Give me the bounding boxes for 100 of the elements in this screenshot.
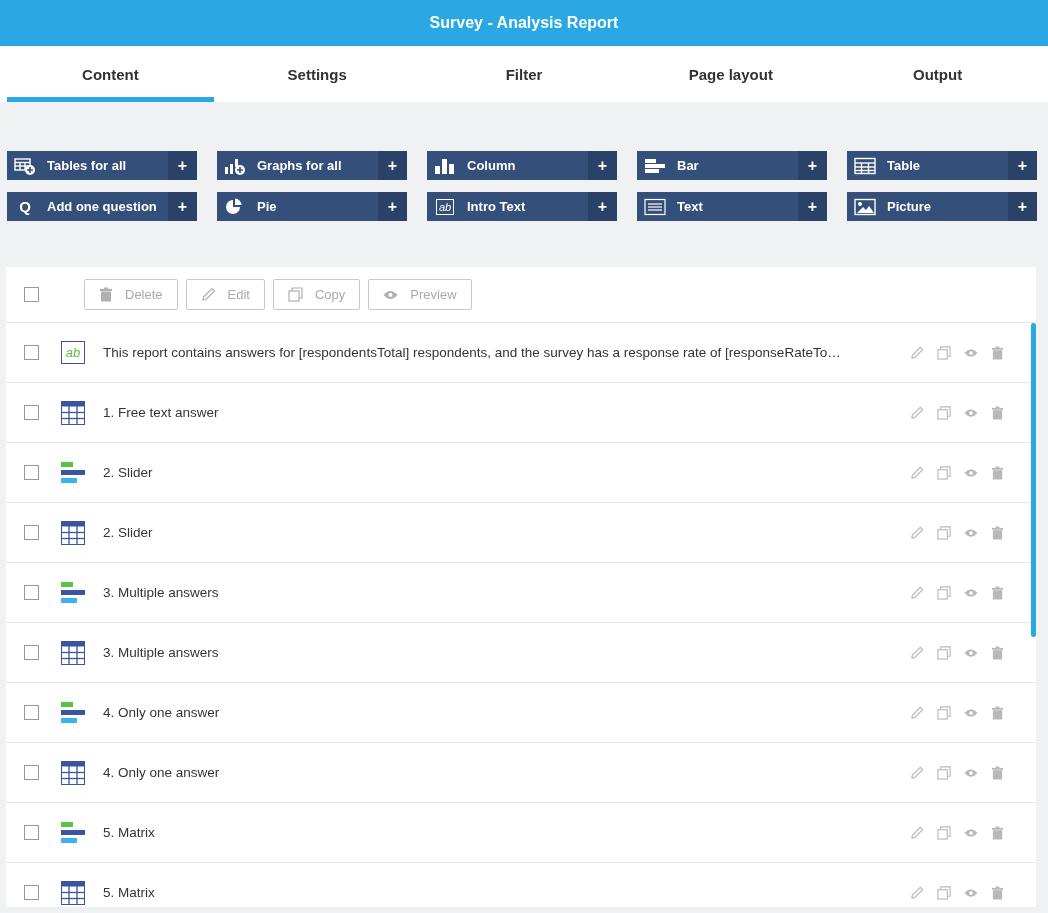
- eye-icon[interactable]: [964, 347, 978, 358]
- table-icon: [61, 520, 85, 545]
- report-item-title[interactable]: 4. Only one answer: [103, 705, 894, 720]
- add-element-button[interactable]: ab Intro Text +: [427, 192, 617, 221]
- copy-icon[interactable]: [937, 405, 951, 420]
- scrollbar-thumb[interactable]: [1031, 323, 1036, 637]
- pencil-icon[interactable]: [910, 345, 924, 360]
- eye-icon[interactable]: [964, 827, 978, 838]
- plus-icon: +: [588, 192, 617, 221]
- trash-icon[interactable]: [991, 645, 1004, 660]
- report-item-title[interactable]: 5. Matrix: [103, 825, 894, 840]
- eye-icon[interactable]: [964, 587, 978, 598]
- trash-icon[interactable]: [991, 405, 1004, 420]
- report-item-title[interactable]: 3. Multiple answers: [103, 585, 894, 600]
- trash-icon[interactable]: [991, 825, 1004, 840]
- row-checkbox[interactable]: [24, 525, 39, 540]
- trash-icon: [99, 287, 113, 302]
- question-glyph: Q: [19, 198, 31, 215]
- row-checkbox[interactable]: [24, 765, 39, 780]
- trash-icon[interactable]: [991, 525, 1004, 540]
- report-item-title[interactable]: 2. Slider: [103, 525, 894, 540]
- copy-icon[interactable]: [937, 525, 951, 540]
- intro-text-glyph: ab: [435, 198, 455, 215]
- row-checkbox[interactable]: [24, 465, 39, 480]
- copy-icon[interactable]: [937, 825, 951, 840]
- table-icon: [61, 640, 85, 665]
- pencil-icon[interactable]: [910, 645, 924, 660]
- eye-icon[interactable]: [964, 887, 978, 898]
- pencil-icon[interactable]: [910, 465, 924, 480]
- select-all-checkbox[interactable]: [24, 287, 39, 302]
- report-item-title[interactable]: 3. Multiple answers: [103, 645, 894, 660]
- add-element-button[interactable]: Graphs for all +: [217, 151, 407, 180]
- intro-text-glyph: ab: [61, 341, 85, 364]
- eye-icon[interactable]: [964, 647, 978, 658]
- row-checkbox[interactable]: [24, 405, 39, 420]
- report-item-title[interactable]: This report contains answers for [respondentsTotal] respondents, and the survey has a response rate of [responseRateTo…: [103, 345, 894, 360]
- add-element-button[interactable]: Q Add one question +: [7, 192, 197, 221]
- copy-icon[interactable]: [937, 645, 951, 660]
- trash-icon[interactable]: [991, 705, 1004, 720]
- table-icon: [61, 400, 85, 425]
- pencil-icon[interactable]: [910, 825, 924, 840]
- trash-icon[interactable]: [991, 765, 1004, 780]
- plus-icon: +: [588, 151, 617, 180]
- report-item-title[interactable]: 1. Free text answer: [103, 405, 894, 420]
- eye-icon[interactable]: [964, 767, 978, 778]
- trash-icon[interactable]: [991, 465, 1004, 480]
- tab[interactable]: Content: [7, 46, 214, 102]
- copy-icon[interactable]: [937, 705, 951, 720]
- bar-chart-icon: [644, 156, 666, 175]
- tab[interactable]: Page layout: [627, 46, 835, 102]
- pencil-icon[interactable]: [910, 765, 924, 780]
- add-element-button[interactable]: Pie +: [217, 192, 407, 221]
- copy-icon[interactable]: [937, 765, 951, 780]
- copy-icon[interactable]: [937, 345, 951, 360]
- row-checkbox[interactable]: [24, 585, 39, 600]
- add-element-button[interactable]: Text +: [637, 192, 827, 221]
- plus-icon: +: [378, 192, 407, 221]
- add-element-button[interactable]: Tables for all +: [7, 151, 197, 180]
- eye-icon[interactable]: [964, 407, 978, 418]
- eye-icon[interactable]: [964, 707, 978, 718]
- tab[interactable]: Output: [834, 46, 1041, 102]
- report-item-title[interactable]: 2. Slider: [103, 465, 894, 480]
- tab[interactable]: Settings: [213, 46, 421, 102]
- pencil-icon[interactable]: [910, 585, 924, 600]
- plus-icon: +: [168, 151, 197, 180]
- pencil-icon[interactable]: [910, 525, 924, 540]
- add-element-button[interactable]: Column +: [427, 151, 617, 180]
- add-element-button[interactable]: Table +: [847, 151, 1037, 180]
- copy-icon[interactable]: [937, 465, 951, 480]
- copy-icon[interactable]: [937, 585, 951, 600]
- row-checkbox[interactable]: [24, 825, 39, 840]
- copy-icon[interactable]: [937, 885, 951, 900]
- bar-chart-icon: [61, 821, 85, 844]
- add-element-button[interactable]: Bar +: [637, 151, 827, 180]
- trash-icon[interactable]: [991, 885, 1004, 900]
- row-checkbox[interactable]: [24, 705, 39, 720]
- pencil-icon[interactable]: [910, 705, 924, 720]
- plus-icon: +: [378, 151, 407, 180]
- plus-icon: +: [798, 151, 827, 180]
- tab[interactable]: Filter: [420, 46, 628, 102]
- add-element-button[interactable]: Picture +: [847, 192, 1037, 221]
- pencil-icon[interactable]: [910, 405, 924, 420]
- report-item-title[interactable]: 4. Only one answer: [103, 765, 894, 780]
- row-checkbox[interactable]: [24, 885, 39, 900]
- table-icon: [854, 156, 876, 175]
- plus-icon: +: [168, 192, 197, 221]
- plus-icon: +: [1008, 151, 1037, 180]
- plus-icon: +: [798, 192, 827, 221]
- row-checkbox[interactable]: [24, 645, 39, 660]
- eye-icon[interactable]: [964, 527, 978, 538]
- eye-icon[interactable]: [964, 467, 978, 478]
- text-lines-icon: [644, 197, 666, 216]
- row-checkbox[interactable]: [24, 345, 39, 360]
- table-icon: [61, 760, 85, 785]
- table-plus-icon: [14, 156, 36, 175]
- pencil-icon[interactable]: [910, 885, 924, 900]
- trash-icon[interactable]: [991, 585, 1004, 600]
- trash-icon[interactable]: [991, 345, 1004, 360]
- window-title: Survey - Analysis Report: [429, 14, 619, 32]
- report-item-title[interactable]: 5. Matrix: [103, 885, 894, 900]
